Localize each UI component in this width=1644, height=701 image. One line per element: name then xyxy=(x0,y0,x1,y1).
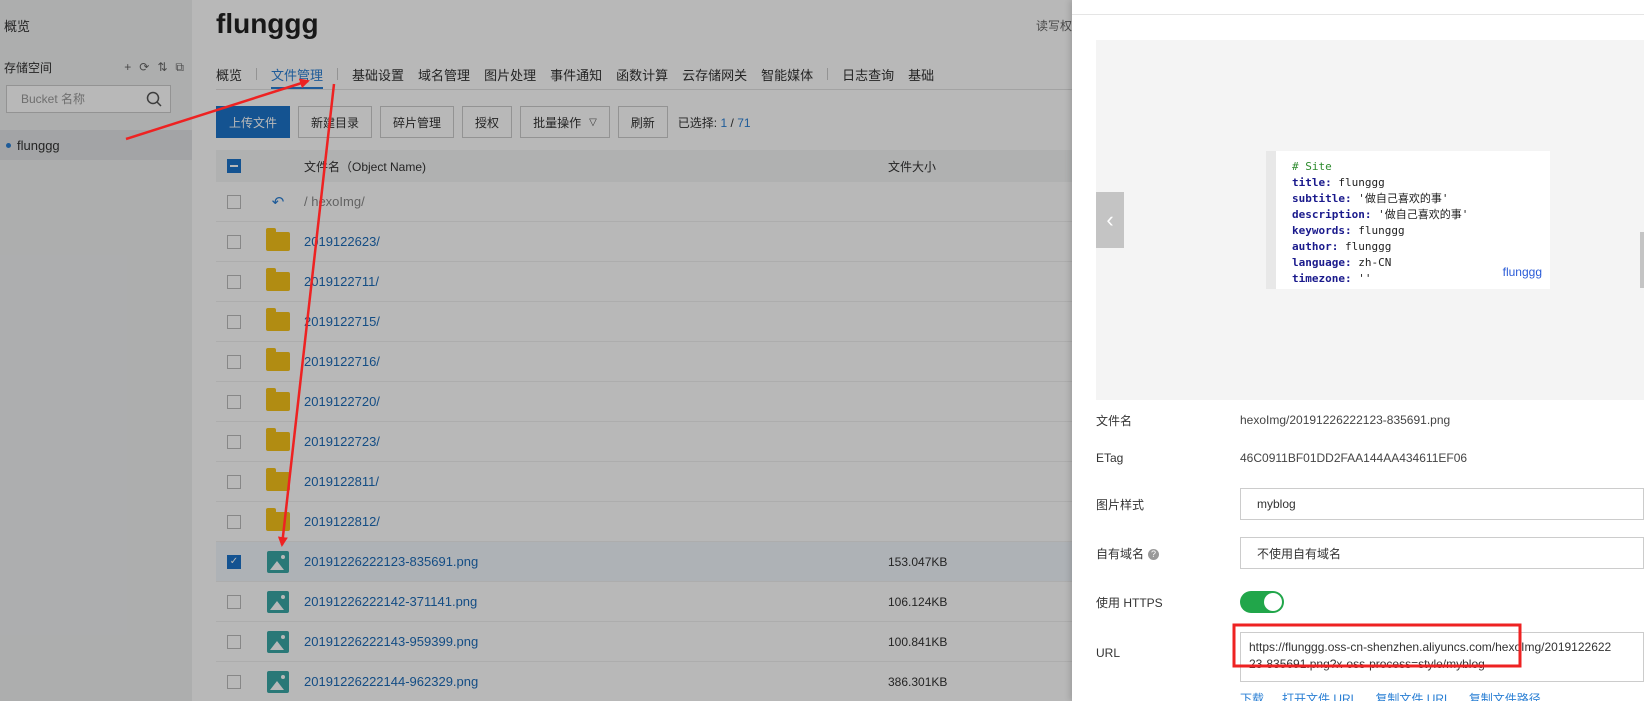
copy-path-link[interactable]: 复制文件路径 xyxy=(1469,690,1541,701)
url-line-1: https://flunggg.oss-cn-shenzhen.aliyuncs… xyxy=(1249,640,1612,654)
url-actions: 下载 打开文件 URL 复制文件 URL 复制文件路径 xyxy=(1240,690,1541,701)
etag-label: ETag xyxy=(1096,451,1124,465)
domain-label: 自有域名 xyxy=(1096,546,1145,561)
code-key: description: xyxy=(1292,208,1372,221)
url-label: URL xyxy=(1096,646,1121,660)
https-toggle[interactable] xyxy=(1240,591,1284,613)
https-label: 使用 HTTPS xyxy=(1096,595,1163,610)
code-line: title: flunggg xyxy=(1292,175,1468,191)
code-key: keywords: xyxy=(1292,224,1352,237)
code-value: '做自己喜欢的事' xyxy=(1371,208,1469,221)
image-preview: # Site title: flunggg subtitle: '做自己喜欢的事' d… xyxy=(1096,40,1644,400)
code-value: '做自己喜欢的事' xyxy=(1351,192,1449,205)
image-style-label: 图片样式 xyxy=(1096,497,1145,512)
prev-image-button[interactable]: ‹ xyxy=(1096,192,1124,248)
meta-domain: 自有域名? 不使用自有域名 xyxy=(1096,537,1644,569)
etag-value: 46C0911BF01DD2FAA144AA434611EF06 xyxy=(1240,451,1468,465)
filename-label: 文件名 xyxy=(1096,413,1133,428)
domain-select[interactable]: 不使用自有域名 xyxy=(1240,537,1644,569)
help-icon[interactable]: ? xyxy=(1148,548,1160,560)
watermark: flunggg xyxy=(1502,265,1542,279)
code-value: zh-CN xyxy=(1351,256,1392,269)
preview-image: # Site title: flunggg subtitle: '做自己喜欢的事' d… xyxy=(1266,151,1550,289)
code-key: title: xyxy=(1292,176,1332,189)
next-image-button[interactable] xyxy=(1640,232,1644,288)
meta-image-style: 图片样式 myblog xyxy=(1096,488,1644,520)
chevron-left-icon: ‹ xyxy=(1106,207,1114,232)
code-value: flunggg xyxy=(1351,224,1405,237)
meta-etag: ETag 46C0911BF01DD2FAA144AA434611EF06 xyxy=(1096,448,1644,468)
code-line: language: zh-CN xyxy=(1292,255,1468,271)
modal-backdrop[interactable] xyxy=(0,0,1072,701)
meta-filename: 文件名 hexoImg/20191226222123-835691.png xyxy=(1096,410,1644,430)
domain-label-wrap: 自有域名? xyxy=(1096,545,1240,562)
code-value: flunggg xyxy=(1331,176,1385,189)
code-key: language: xyxy=(1292,256,1352,269)
code-line: timezone: '' xyxy=(1292,271,1468,287)
filename-value: hexoImg/20191226222123-835691.png xyxy=(1240,413,1451,427)
drawer-header xyxy=(1072,0,1644,15)
code-line: author: flunggg xyxy=(1292,239,1468,255)
code-line: subtitle: '做自己喜欢的事' xyxy=(1292,191,1468,207)
code-gutter xyxy=(1266,151,1276,289)
preview-code: # Site title: flunggg subtitle: '做自己喜欢的事' d… xyxy=(1292,159,1468,287)
url-line-2: 23-835691.png?x-oss-process=style/myblog xyxy=(1249,657,1485,671)
code-key: # Site xyxy=(1292,160,1332,173)
code-line: # Site xyxy=(1292,159,1468,175)
code-value: flunggg xyxy=(1338,240,1392,253)
url-field[interactable]: https://flunggg.oss-cn-shenzhen.aliyuncs… xyxy=(1240,632,1644,682)
meta-https: 使用 HTTPS xyxy=(1096,590,1644,614)
code-line: description: '做自己喜欢的事' xyxy=(1292,207,1468,223)
open-url-link[interactable]: 打开文件 URL xyxy=(1282,690,1357,701)
file-detail-drawer: # Site title: flunggg subtitle: '做自己喜欢的事' d… xyxy=(1072,0,1644,701)
meta-url: URL https://flunggg.oss-cn-shenzhen.aliy… xyxy=(1096,632,1644,682)
code-key: subtitle: xyxy=(1292,192,1352,205)
code-line: keywords: flunggg xyxy=(1292,223,1468,239)
image-style-select[interactable]: myblog xyxy=(1240,488,1644,520)
code-key: timezone: xyxy=(1292,272,1352,285)
download-link[interactable]: 下载 xyxy=(1240,690,1264,701)
copy-url-link[interactable]: 复制文件 URL xyxy=(1375,690,1450,701)
code-value: '' xyxy=(1351,272,1372,285)
code-key: author: xyxy=(1292,240,1339,253)
